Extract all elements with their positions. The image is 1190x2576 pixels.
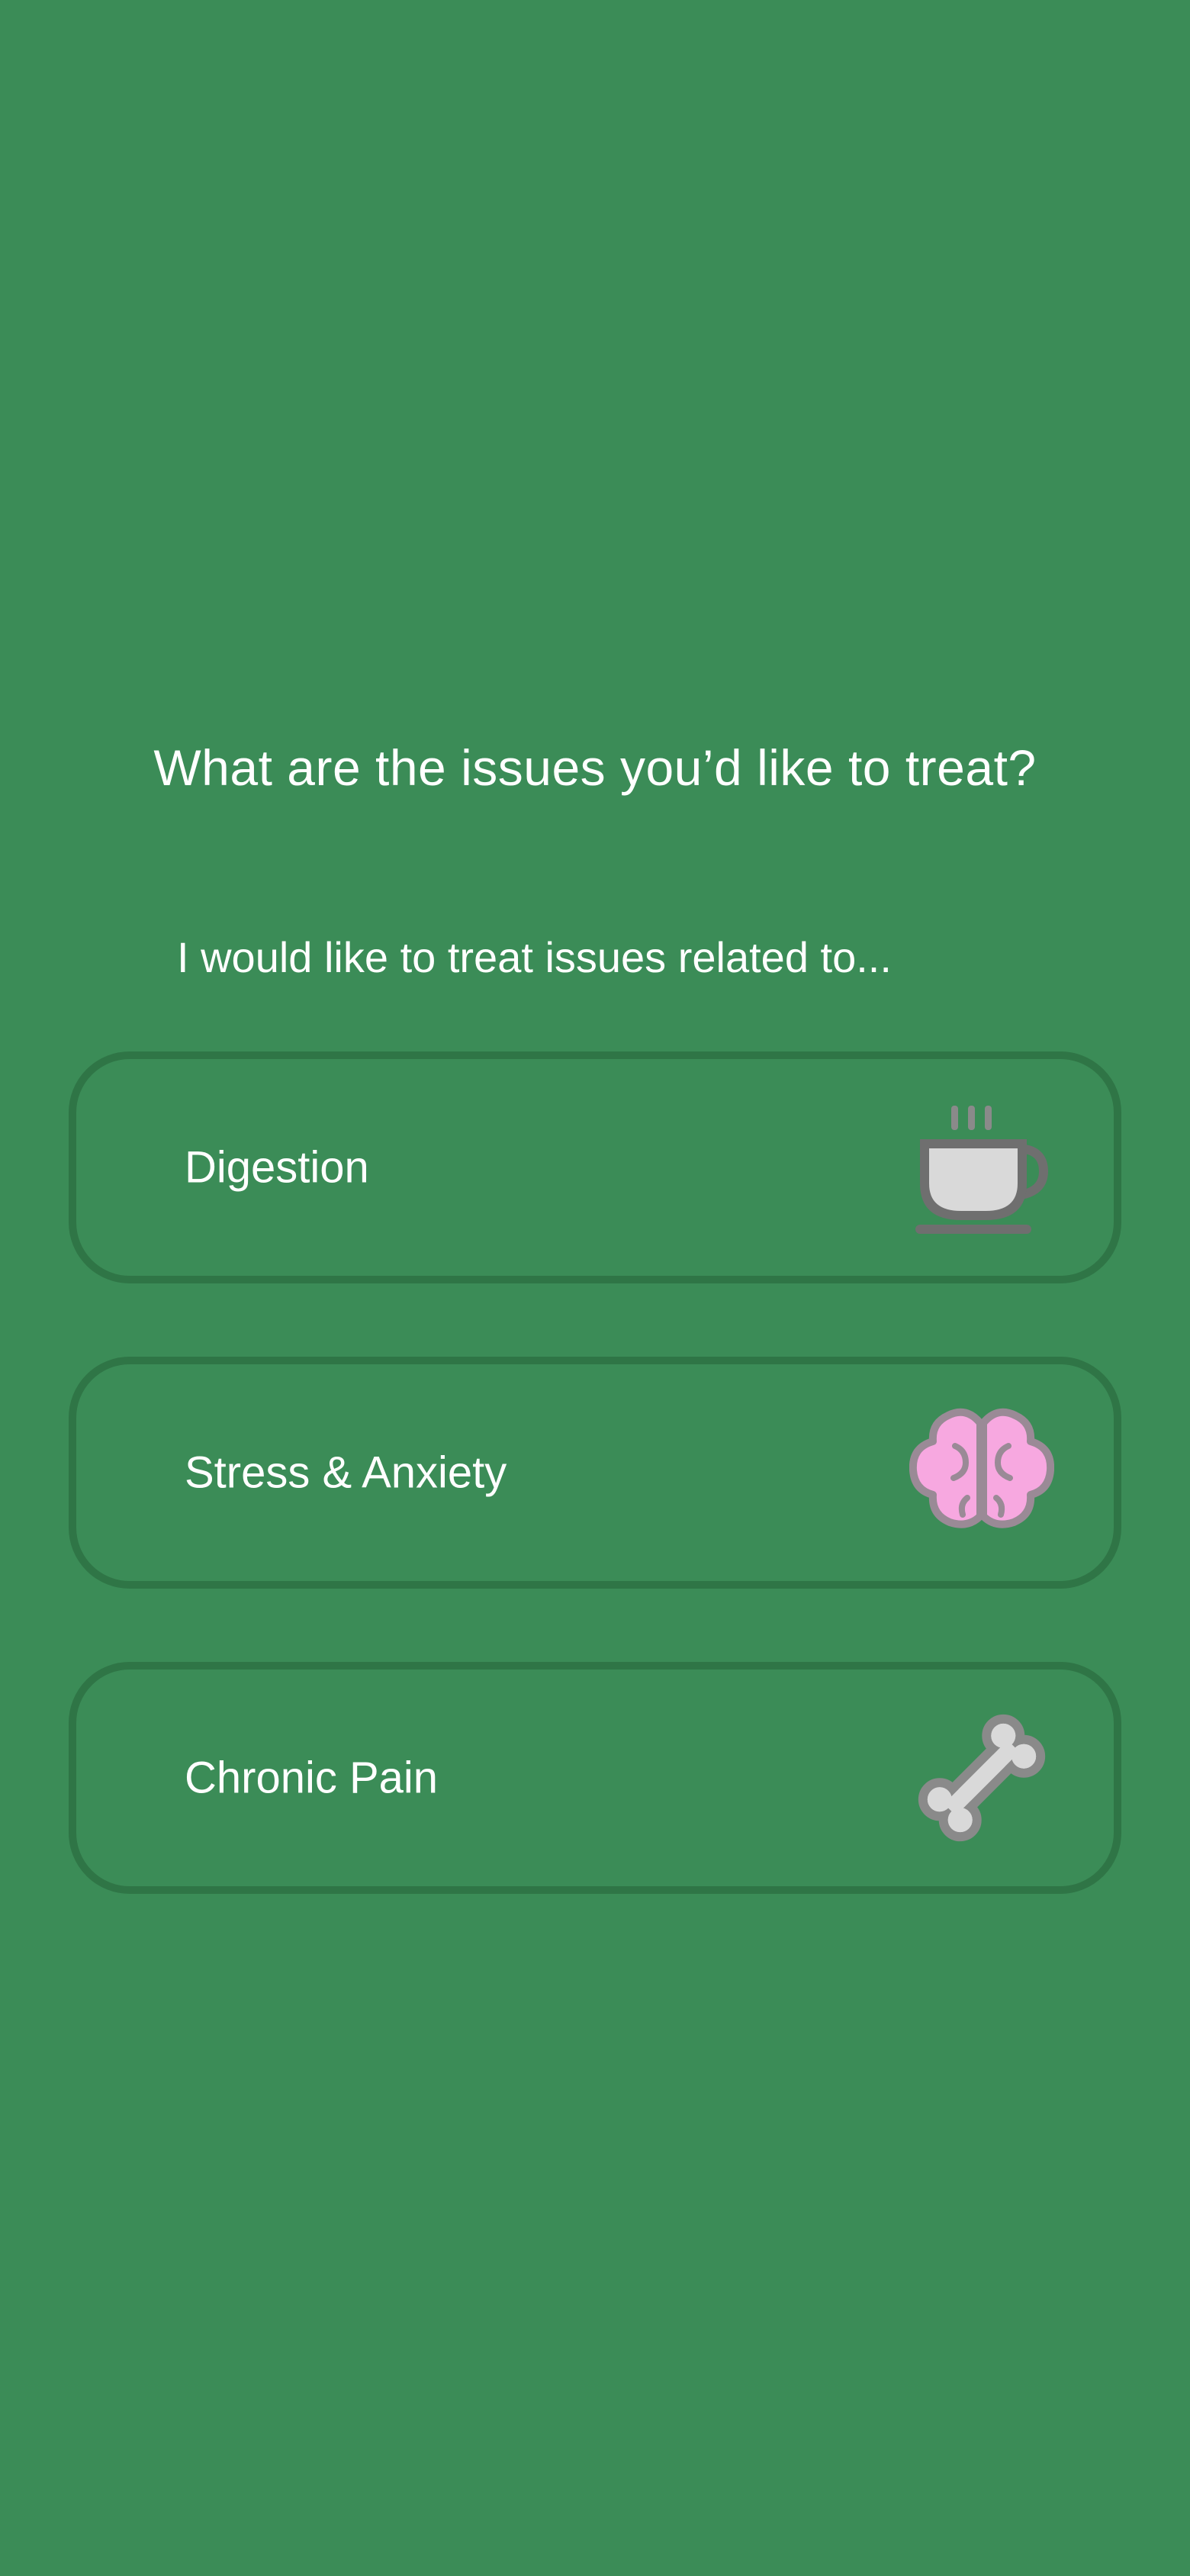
page-title: What are the issues you’d like to treat? xyxy=(153,739,1037,796)
prompt-text: I would like to treat issues related to.… xyxy=(177,933,892,981)
coffee-cup-icon xyxy=(909,1095,1054,1240)
option-label-stress-anxiety: Stress & Anxiety xyxy=(185,1447,507,1498)
issue-options-list: Digestion Stress & Anxiety Chronic Pain xyxy=(69,1051,1121,1967)
option-chronic-pain[interactable]: Chronic Pain xyxy=(69,1662,1121,1894)
option-digestion[interactable]: Digestion xyxy=(69,1051,1121,1283)
option-label-chronic-pain: Chronic Pain xyxy=(185,1753,439,1803)
bone-icon xyxy=(909,1705,1054,1850)
option-label-digestion: Digestion xyxy=(185,1142,369,1193)
brain-icon xyxy=(909,1400,1054,1545)
option-stress-anxiety[interactable]: Stress & Anxiety xyxy=(69,1357,1121,1589)
issues-screen: What are the issues you’d like to treat?… xyxy=(0,0,1190,2576)
